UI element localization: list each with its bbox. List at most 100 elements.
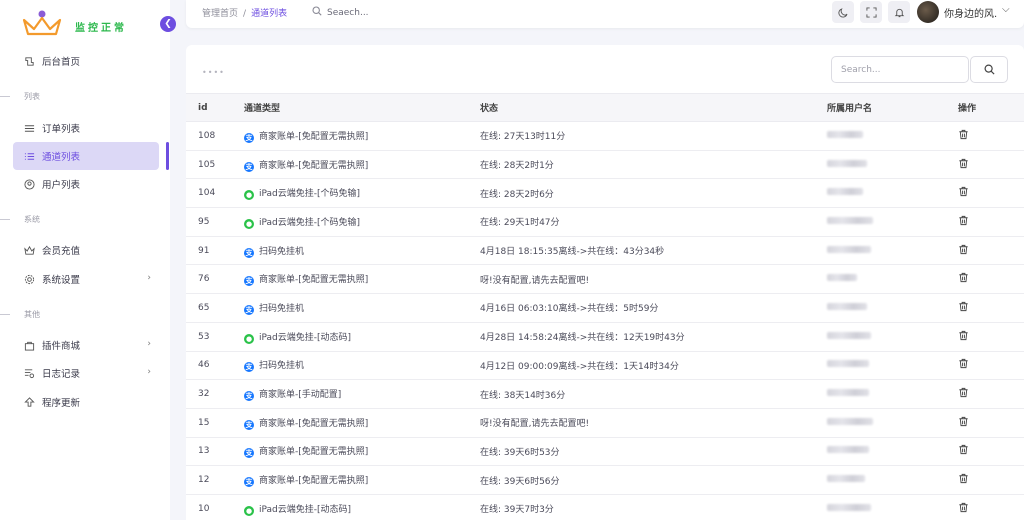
cell-type: ● iPad云端免挂-[个码免输] — [244, 207, 480, 237]
top-header: 管理首页 / 通道列表 Seaech... 你身边的风. ⌵ — [186, 0, 1024, 28]
trash-icon[interactable] — [958, 473, 969, 487]
trash-icon[interactable] — [958, 444, 969, 458]
cell-username — [827, 178, 955, 209]
chevron-right-icon: › — [147, 367, 151, 377]
cell-username — [827, 494, 955, 520]
channel-type-label: 商家账单-[手动配置] — [259, 390, 342, 401]
chevron-right-icon: › — [147, 273, 151, 283]
cell-type: 支商家账单-[免配置无需执照] — [244, 437, 480, 467]
collapse-sidebar-button[interactable]: ❮ — [160, 16, 176, 32]
cell-actions — [955, 178, 1024, 209]
chevron-down-icon[interactable]: ⌵ — [1002, 4, 1010, 15]
cell-actions — [955, 408, 1024, 438]
table-row: 95 ● iPad云端免挂-[个码免输] 在线: 29天1时47分 — [186, 207, 1024, 237]
column-header-username[interactable]: 所属用户名 — [827, 93, 955, 122]
trash-icon[interactable] — [958, 215, 969, 229]
cell-type: 支商家账单-[免配置无需执照] — [244, 264, 480, 295]
cell-actions — [955, 236, 1024, 266]
table-row: 105 支商家账单-[免配置无需执照] 在线: 28天2时1分 — [186, 150, 1024, 180]
sidebar-item-crown[interactable]: 会员充值 — [13, 236, 159, 264]
trash-icon[interactable] — [958, 502, 969, 516]
cell-actions — [955, 494, 1024, 520]
logo[interactable]: 监控正常 — [20, 10, 170, 42]
sidebar-item-label: 会员充值 — [42, 246, 81, 257]
gear-icon — [23, 273, 35, 285]
trash-icon[interactable] — [958, 330, 969, 344]
fullscreen-button[interactable] — [860, 1, 882, 23]
dark-mode-button[interactable] — [832, 1, 854, 23]
redacted-username — [827, 302, 867, 310]
channel-table: id 通道类型 状态 所属用户名 操作 108 支商家账单-[免配置无需执照] 在线… — [186, 93, 1024, 520]
trash-icon[interactable] — [958, 358, 969, 372]
column-header-type[interactable]: 通道类型 — [244, 93, 480, 122]
trash-icon[interactable] — [958, 272, 969, 286]
redacted-username — [827, 159, 867, 167]
sidebar-item-upload[interactable]: 程序更新 — [13, 388, 159, 416]
trash-icon[interactable] — [958, 416, 969, 430]
header-search[interactable]: Seaech... — [312, 6, 369, 19]
cell-id: 91 — [186, 236, 244, 266]
crown-logo-icon — [22, 10, 62, 36]
sidebar-item-log[interactable]: 日志记录 › — [13, 359, 159, 387]
home-icon — [23, 55, 35, 67]
sidebar-item-channel-list[interactable]: 通道列表 — [13, 142, 159, 170]
trash-icon[interactable] — [958, 186, 969, 200]
cell-id: 15 — [186, 408, 244, 438]
cell-username — [827, 379, 955, 409]
redacted-username — [827, 331, 871, 339]
sidebar-item-home[interactable]: 后台首页 — [13, 47, 159, 75]
cell-type: 支商家账单-[免配置无需执照] — [244, 150, 480, 180]
cell-status: 在线: 27天13时11分 — [480, 121, 827, 151]
sidebar-section-title: 其他 — [0, 308, 170, 320]
trash-icon[interactable] — [958, 387, 969, 401]
breadcrumb-current: 通道列表 — [251, 9, 288, 19]
moon-icon — [837, 7, 847, 17]
notifications-button[interactable] — [888, 1, 910, 23]
list-icon — [23, 122, 35, 134]
cell-status: 呀!没有配置,请先去配置吧! — [480, 408, 827, 438]
section-label: 列表 — [24, 91, 40, 101]
sidebar-item-bag[interactable]: 插件商城 › — [13, 331, 159, 359]
cell-username — [827, 322, 955, 352]
cell-type: ● iPad云端免挂-[动态码] — [244, 322, 480, 352]
column-header-status[interactable]: 状态 — [480, 93, 827, 122]
cell-id: 12 — [186, 465, 244, 495]
trash-icon[interactable] — [958, 129, 969, 143]
bell-icon — [894, 8, 904, 17]
cell-id: 95 — [186, 207, 244, 237]
sidebar-item-label: 通道列表 — [42, 152, 81, 163]
wechat-icon: ● — [244, 218, 254, 229]
cell-type: 支商家账单-[免配置无需执照] — [244, 121, 480, 151]
redacted-username — [827, 503, 871, 511]
redacted-username — [827, 130, 863, 138]
section-divider — [0, 218, 10, 220]
redacted-username — [827, 274, 857, 282]
cell-status: 呀!没有配置,请先去配置吧! — [480, 264, 827, 295]
trash-icon[interactable] — [958, 158, 969, 172]
table-row: 108 支商家账单-[免配置无需执照] 在线: 27天13时11分 — [186, 121, 1024, 151]
table-row: 91 支扫码免挂机 4月18日 18:15:35离线->共在线：43分34秒 — [186, 236, 1024, 266]
sidebar-item-user[interactable]: 用户列表 — [13, 170, 159, 198]
cell-username — [827, 207, 955, 237]
table-search-input[interactable] — [831, 56, 969, 83]
sidebar-item-gear[interactable]: 系统设置 › — [13, 265, 159, 293]
cell-id: 108 — [186, 121, 244, 151]
cell-status: 4月18日 18:15:35离线->共在线：43分34秒 — [480, 236, 827, 266]
trash-icon[interactable] — [958, 301, 969, 315]
table-search-button[interactable] — [970, 56, 1008, 83]
cell-status: 在线: 29天1时47分 — [480, 207, 827, 237]
breadcrumb-home[interactable]: 管理首页 — [202, 9, 238, 19]
column-header-id[interactable]: id — [186, 93, 244, 122]
channel-list-icon — [23, 150, 35, 162]
username[interactable]: 你身边的风. — [944, 5, 997, 20]
sidebar-item-label: 用户列表 — [42, 180, 81, 191]
trash-icon[interactable] — [958, 244, 969, 258]
cell-actions — [955, 465, 1024, 495]
cell-actions — [955, 437, 1024, 467]
avatar[interactable] — [917, 1, 939, 23]
channel-type-label: iPad云端免挂-[动态码] — [259, 332, 352, 343]
redacted-username — [827, 475, 865, 483]
cell-id: 105 — [186, 150, 244, 180]
sidebar-item-list[interactable]: 订单列表 — [13, 114, 159, 142]
channel-type-label: 扫码免挂机 — [259, 361, 305, 372]
